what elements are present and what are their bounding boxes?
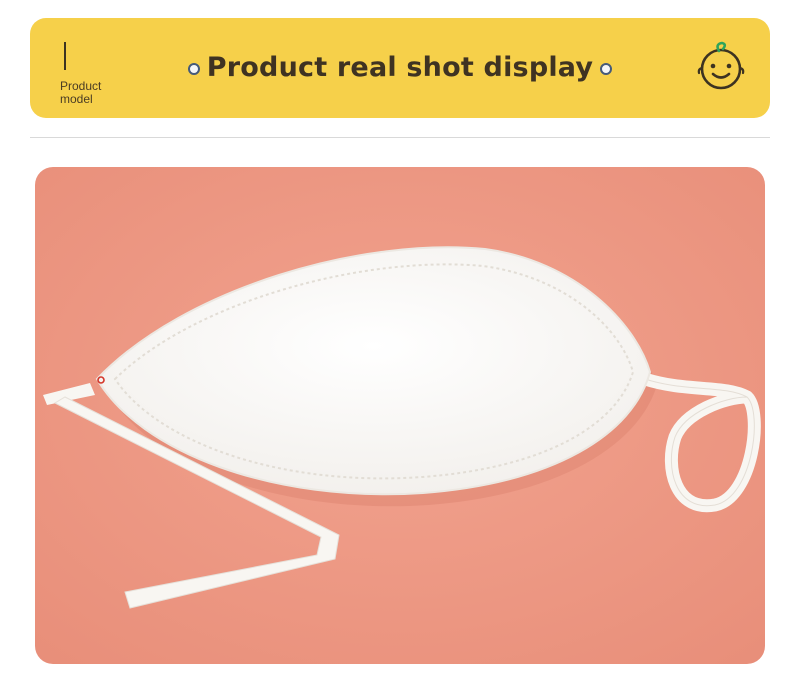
right-dot-icon [600, 63, 612, 75]
page-title: Product real shot display [206, 52, 594, 83]
banner-divider-line [64, 42, 66, 70]
baby-face-icon [697, 41, 745, 90]
header-banner: Product model Product real shot display [30, 18, 770, 118]
section-divider [30, 137, 770, 138]
model-label-line2: model [60, 92, 93, 106]
product-model-label: Product model [60, 80, 150, 106]
product-photo-illustration [35, 167, 765, 664]
left-dot-icon [188, 63, 200, 75]
product-photo [35, 167, 765, 664]
